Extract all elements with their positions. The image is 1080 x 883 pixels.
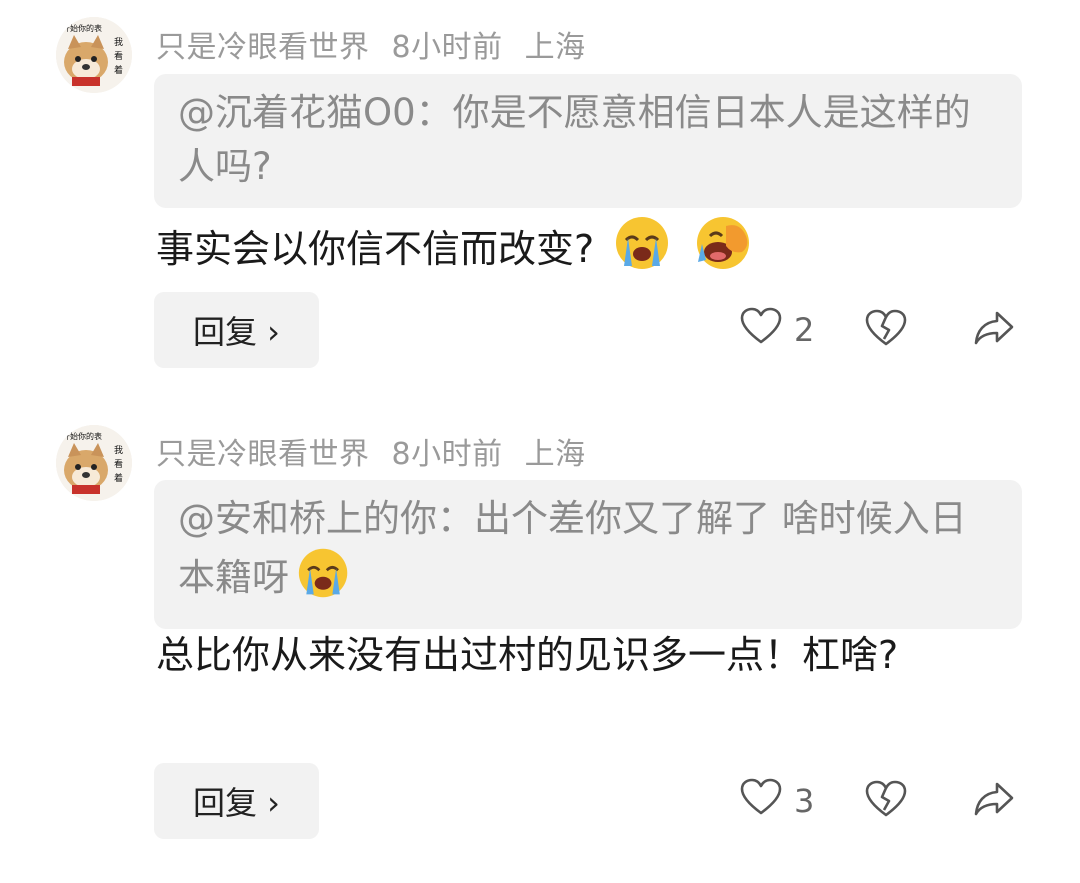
crying-face-icon (295, 546, 353, 615)
svg-text:我: 我 (114, 37, 123, 48)
share-button[interactable] (973, 780, 1015, 822)
comment-text: 总比你从来没有出过村的见识多一点！杠啥? (156, 626, 976, 684)
avatar[interactable]: 开始你的表 我 看 着 (56, 17, 132, 93)
share-arrow-icon (973, 309, 1015, 351)
comment-meta: 只是冷眼看世界 8小时前 上海 (156, 429, 608, 473)
like-count: 3 (794, 782, 815, 820)
broken-heart-icon (865, 780, 907, 822)
username[interactable]: 只是冷眼看世界 (156, 437, 370, 472)
comment-body: 总比你从来没有出过村的见识多一点！杠啥? (156, 633, 899, 677)
svg-text:开始你的表: 开始你的表 (62, 431, 102, 441)
dislike-button[interactable] (865, 309, 973, 351)
timestamp: 8小时前 (391, 437, 503, 472)
like-count: 2 (794, 311, 815, 349)
quoted-comment[interactable]: @沉着花猫O0：你是不愿意相信日本人是这样的人吗? (154, 74, 1022, 208)
reply-button-label: 回复 › (193, 784, 280, 822)
heart-icon (740, 307, 782, 353)
quoted-comment[interactable]: @安和桥上的你：出个差你又了解了 啥时候入日本籍呀 (154, 480, 1022, 629)
location: 上海 (524, 30, 586, 65)
reply-button[interactable]: 回复 › (154, 763, 319, 839)
svg-text:开始你的表: 开始你的表 (62, 23, 102, 33)
dislike-button[interactable] (865, 780, 973, 822)
dog-meme-avatar-icon: 开始你的表 我 看 着 (56, 425, 132, 501)
comment-meta: 只是冷眼看世界 8小时前 上海 (156, 22, 608, 66)
like-button[interactable]: 3 (740, 778, 865, 824)
svg-text:看: 看 (114, 50, 123, 62)
quoted-comment-text: @沉着花猫O0：你是不愿意相信日本人是这样的人吗? (178, 91, 971, 188)
laughing-cover-face-icon (692, 214, 754, 288)
comment-actions: 3 (740, 776, 1015, 826)
comment-actions: 2 (740, 305, 1015, 355)
share-arrow-icon (973, 780, 1015, 822)
location: 上海 (524, 437, 586, 472)
broken-heart-icon (865, 309, 907, 351)
timestamp: 8小时前 (391, 30, 503, 65)
svg-text:着: 着 (114, 472, 123, 484)
reply-button-label: 回复 › (193, 313, 280, 351)
crying-face-icon (612, 214, 674, 288)
svg-text:看: 看 (114, 458, 123, 470)
share-button[interactable] (973, 309, 1015, 351)
comment-body: 事实会以你信不信而改变? (156, 227, 595, 271)
like-button[interactable]: 2 (740, 307, 865, 353)
svg-text:我: 我 (114, 445, 123, 456)
avatar[interactable]: 开始你的表 我 看 着 (56, 425, 132, 501)
comment-text: 事实会以你信不信而改变? (156, 214, 976, 288)
dog-meme-avatar-icon: 开始你的表 我 看 着 (56, 17, 132, 93)
svg-text:着: 着 (114, 64, 123, 76)
username[interactable]: 只是冷眼看世界 (156, 30, 370, 65)
heart-icon (740, 778, 782, 824)
reply-button[interactable]: 回复 › (154, 292, 319, 368)
